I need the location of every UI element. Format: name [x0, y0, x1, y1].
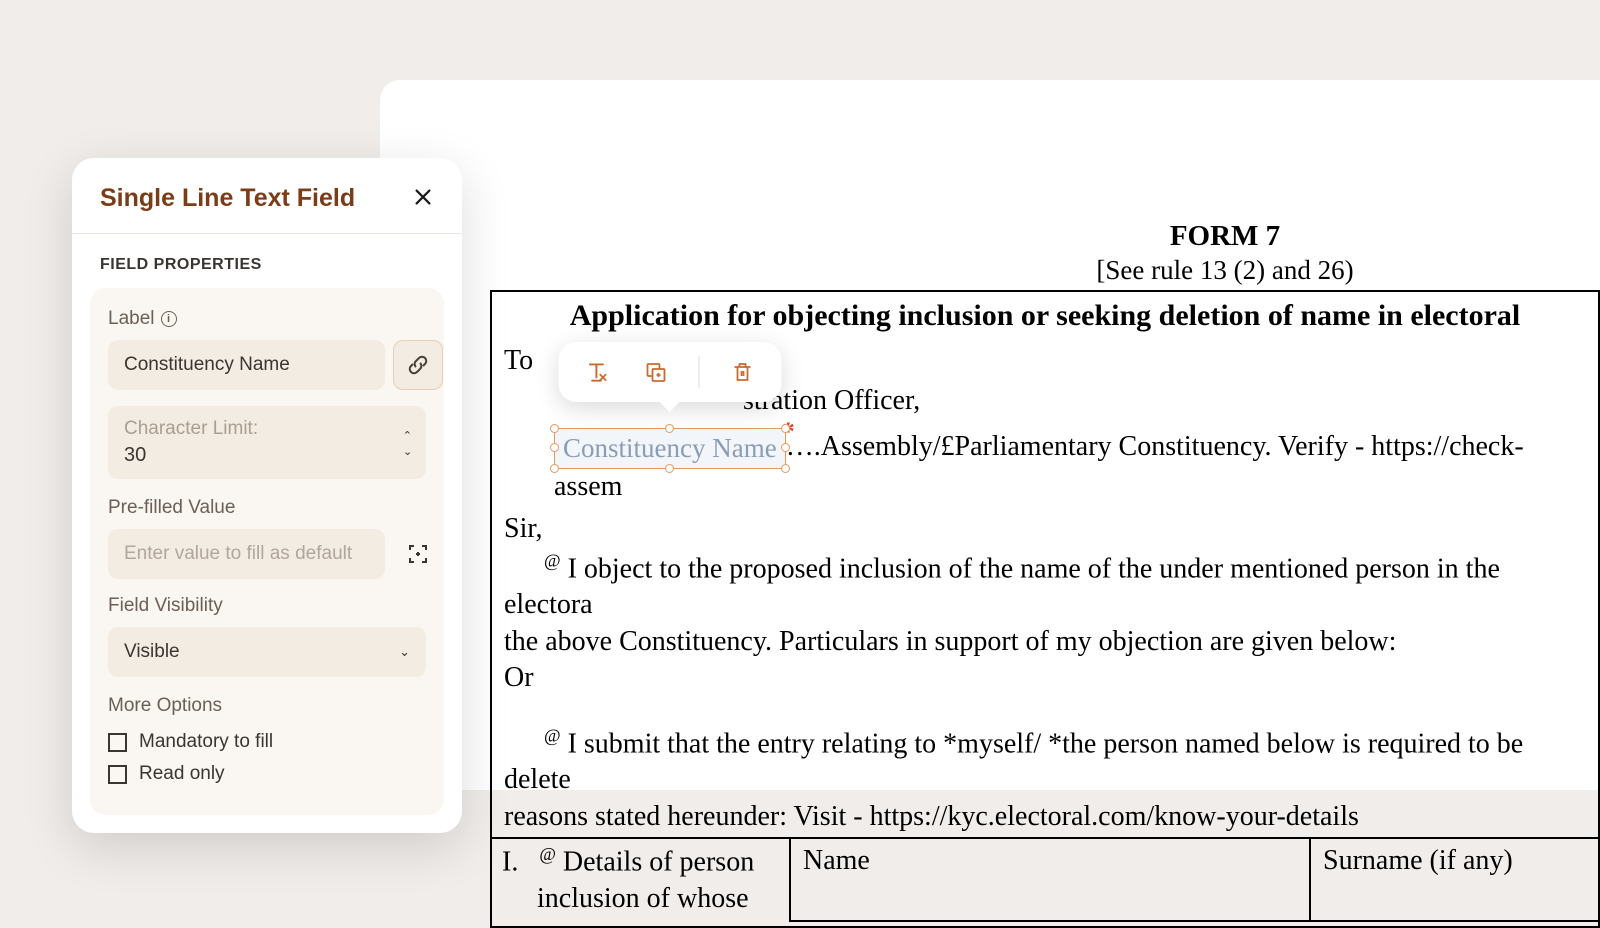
row-i: I.	[502, 846, 518, 877]
document-page: FORM 7 [See rule 13 (2) and 26) Applicat…	[380, 80, 1600, 928]
mandatory-label: Mandatory to fill	[139, 731, 273, 753]
prefill-label: Pre-filled Value	[108, 497, 235, 519]
checkbox-icon	[108, 765, 127, 784]
stepper-control[interactable]: ⌃ ⌃	[403, 429, 412, 457]
para2: I submit that the entry relating to *mys…	[504, 728, 1523, 795]
document-table: Application for objecting inclusion or s…	[490, 290, 1600, 928]
chevron-down-icon[interactable]: ⌃	[403, 444, 412, 457]
clear-formatting-button[interactable]	[582, 357, 612, 387]
visibility-select[interactable]: Visible ⌄	[108, 627, 426, 677]
character-limit-field[interactable]: Character Limit: 30 ⌃ ⌃	[108, 406, 426, 479]
delete-button[interactable]	[727, 357, 757, 387]
field-properties-panel: Single Line Text Field FIELD PROPERTIES …	[72, 158, 462, 833]
or-line: Or	[504, 660, 1586, 696]
visibility-label: Field Visibility	[108, 595, 223, 617]
col-name: Name	[803, 845, 870, 876]
char-limit-value: 30	[124, 444, 410, 467]
resize-handle[interactable]	[665, 464, 674, 473]
checkbox-icon	[108, 733, 127, 752]
application-heading: Application for objecting inclusion or s…	[570, 299, 1521, 332]
label-input[interactable]	[108, 340, 385, 390]
resize-handle[interactable]	[781, 424, 790, 433]
visibility-value: Visible	[124, 641, 180, 662]
para2b: reasons stated hereunder: Visit - https:…	[504, 799, 1586, 835]
section-title: FIELD PROPERTIES	[72, 234, 462, 288]
resize-handle[interactable]	[781, 443, 790, 452]
readonly-checkbox[interactable]: Read only	[108, 763, 426, 785]
form-subtitle: [See rule 13 (2) and 26)	[490, 255, 1600, 286]
selected-field-placeholder[interactable]: Constituency Name *	[554, 428, 786, 469]
col-surname: Surname (if any)	[1323, 845, 1513, 876]
field-toolbar	[558, 342, 781, 402]
label-label: Label	[108, 308, 155, 330]
para1b: the above Constituency. Particulars in s…	[504, 624, 1586, 660]
sir-line: Sir,	[504, 511, 1586, 547]
row-i-text1: Details of person	[563, 846, 754, 877]
field-placeholder-text: Constituency Name	[563, 433, 777, 463]
more-options-label: More Options	[108, 695, 222, 717]
toolbar-divider	[698, 356, 699, 388]
close-icon[interactable]	[412, 185, 434, 213]
mandatory-checkbox[interactable]: Mandatory to fill	[108, 731, 426, 753]
chevron-down-icon: ⌄	[399, 644, 410, 660]
document-viewer: FORM 7 [See rule 13 (2) and 26) Applicat…	[380, 80, 1600, 790]
panel-title: Single Line Text Field	[100, 184, 355, 213]
resize-handle[interactable]	[781, 464, 790, 473]
para1: I object to the proposed inclusion of th…	[504, 553, 1500, 620]
resize-handle[interactable]	[550, 443, 559, 452]
form-title: FORM 7	[490, 220, 1600, 253]
readonly-label: Read only	[139, 763, 225, 785]
details-table: I. @ Details of person inclusion of whos…	[490, 837, 1600, 922]
prefill-input[interactable]	[108, 529, 385, 579]
info-icon[interactable]: i	[161, 311, 177, 327]
resize-handle[interactable]	[550, 424, 559, 433]
char-limit-label: Character Limit:	[124, 418, 410, 440]
duplicate-button[interactable]	[640, 357, 670, 387]
chevron-up-icon[interactable]: ⌃	[403, 429, 412, 442]
link-button[interactable]	[393, 340, 443, 390]
scan-button[interactable]	[393, 529, 443, 579]
row-i-text2: inclusion of whose	[537, 883, 749, 914]
resize-handle[interactable]	[550, 464, 559, 473]
resize-handle[interactable]	[665, 424, 674, 433]
